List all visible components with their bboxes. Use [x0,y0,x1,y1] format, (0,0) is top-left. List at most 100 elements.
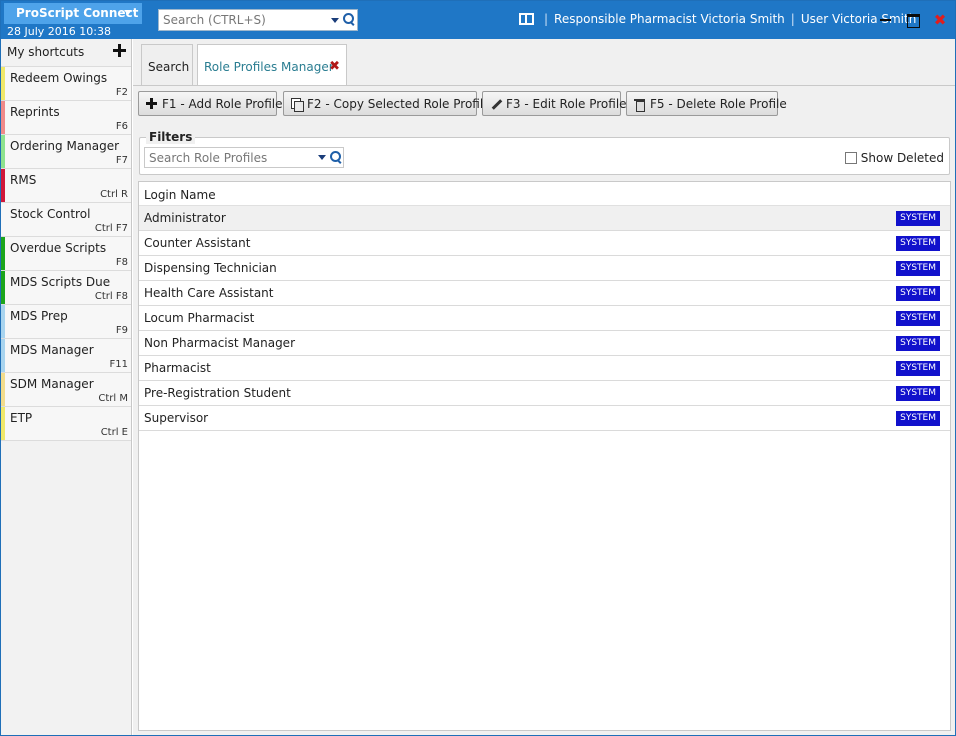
sidebar-item[interactable]: SDM Manager Ctrl M [1,373,131,407]
chevron-down-icon[interactable] [318,155,326,160]
filters-group: Filters Show Deleted [139,130,950,175]
shortcuts-header: My shortcuts [1,39,131,67]
title-bar: ProScript Connect 28 July 2016 10:38 | R… [1,1,955,39]
copy-icon [291,98,304,112]
login-name-cell: Pharmacist [144,361,211,375]
show-deleted-toggle[interactable]: Show Deleted [844,151,944,165]
chevron-down-icon[interactable] [331,18,339,23]
shortcut-key: Ctrl R [100,189,128,200]
tab-search[interactable]: Search [141,44,193,85]
system-badge: SYSTEM [896,361,940,376]
close-tab-icon[interactable]: ✖ [329,59,340,74]
color-indicator [1,271,5,304]
role-profiles-table: Login Name Administrator SYSTEM Counter As… [138,181,951,731]
shortcut-key: F11 [109,359,128,370]
add-role-profile-button[interactable]: F1 - Add Role Profile [138,91,283,116]
book-icon[interactable] [519,13,534,25]
chevron-down-icon [124,10,132,15]
sidebar-item-label: MDS Scripts Due [10,275,111,289]
edit-role-profile-button[interactable]: F3 - Edit Role Profile [482,91,627,116]
sidebar-item[interactable]: ETP Ctrl E [1,407,131,441]
main-area: Search Role Profiles Manager ✖ F1 - Add … [133,39,955,735]
table-body: Administrator SYSTEM Counter Assistant SYST… [139,206,950,431]
shortcut-key: F8 [115,257,128,268]
table-row[interactable]: Health Care Assistant SYSTEM [139,281,950,306]
sidebar-item[interactable]: MDS Manager F11 [1,339,131,373]
close-window-button[interactable]: ✖ [931,11,949,29]
tab-role-profiles-label: Role Profiles Manager [204,60,334,74]
table-row[interactable]: Locum Pharmacist SYSTEM [139,306,950,331]
column-header-label: Login Name [144,188,216,202]
sidebar-item-label: Stock Control [10,207,91,221]
search-icon[interactable] [343,13,355,25]
sidebar-item[interactable]: Reprints F6 [1,101,131,135]
global-search-input[interactable] [159,10,324,30]
sidebar-item[interactable]: RMS Ctrl R [1,169,131,203]
sidebar-item-label: SDM Manager [10,377,94,391]
search-icon[interactable] [330,151,342,163]
sidebar-item-label: ETP [10,411,33,425]
color-indicator [1,101,5,134]
sidebar-item[interactable]: Overdue Scripts F8 [1,237,131,271]
user-info: | Responsible Pharmacist Victoria Smith … [519,12,916,26]
color-indicator [1,237,5,270]
app-window: ProScript Connect 28 July 2016 10:38 | R… [0,0,956,736]
current-datetime: 28 July 2016 10:38 [7,25,111,38]
maximize-button[interactable] [904,11,922,29]
sidebar-item-label: MDS Prep [10,309,68,323]
system-badge: SYSTEM [896,411,940,426]
login-name-cell: Pre-Registration Student [144,386,291,400]
sidebar-item-label: Ordering Manager [10,139,120,153]
shortcut-key: Ctrl F7 [94,223,128,234]
system-badge: SYSTEM [896,386,940,401]
table-row[interactable]: Non Pharmacist Manager SYSTEM [139,331,950,356]
table-row[interactable]: Supervisor SYSTEM [139,406,950,431]
copy-role-profile-label: F2 - Copy Selected Role Profile [307,97,491,111]
table-row[interactable]: Pre-Registration Student SYSTEM [139,381,950,406]
copy-role-profile-button[interactable]: F2 - Copy Selected Role Profile [283,91,491,116]
login-name-cell: Non Pharmacist Manager [144,336,296,350]
system-badge: SYSTEM [896,261,940,276]
delete-role-profile-button[interactable]: F5 - Delete Role Profile [626,91,787,116]
color-indicator [1,67,5,100]
table-row[interactable]: Counter Assistant SYSTEM [139,231,950,256]
login-name-cell: Supervisor [144,411,209,425]
app-menu-button[interactable]: ProScript Connect [4,3,142,24]
shortcut-key: F2 [115,87,128,98]
tab-role-profiles-manager[interactable]: Role Profiles Manager ✖ [197,44,347,86]
edit-role-profile-label: F3 - Edit Role Profile [506,97,627,111]
role-search[interactable] [144,147,344,168]
show-deleted-label: Show Deleted [860,151,944,165]
sidebar-item-label: Reprints [10,105,60,119]
divider: | [544,12,549,26]
shortcuts-title: My shortcuts [7,45,85,59]
app-name: ProScript Connect [16,6,139,20]
system-badge: SYSTEM [896,211,940,226]
shortcut-key: F9 [115,325,128,336]
color-indicator [1,339,5,372]
tab-search-label: Search [148,60,190,74]
sidebar-item[interactable]: MDS Prep F9 [1,305,131,339]
sidebar-item[interactable]: Redeem Owings F2 [1,67,131,101]
system-badge: SYSTEM [896,311,940,326]
sidebar-item-label: Redeem Owings [10,71,108,85]
sidebar-item[interactable]: Stock Control Ctrl F7 [1,203,131,237]
add-shortcut-icon[interactable] [113,44,126,57]
table-row[interactable]: Dispensing Technician SYSTEM [139,256,950,281]
global-search[interactable] [158,9,358,31]
table-row[interactable]: Pharmacist SYSTEM [139,356,950,381]
column-header-login-name[interactable]: Login Name [139,182,950,206]
shortcut-key: Ctrl M [98,393,128,404]
table-row[interactable]: Administrator SYSTEM [139,206,950,231]
color-indicator [1,373,5,406]
responsible-pharmacist-label: Responsible Pharmacist [554,12,697,26]
minimize-button[interactable] [877,11,895,29]
show-deleted-checkbox[interactable] [844,152,857,164]
login-name-cell: Administrator [144,211,226,225]
sidebar-item[interactable]: MDS Scripts Due Ctrl F8 [1,271,131,305]
sidebar-item[interactable]: Ordering Manager F7 [1,135,131,169]
trash-icon [634,98,646,112]
role-search-input[interactable] [145,148,311,167]
responsible-pharmacist-name[interactable]: Victoria Smith [700,12,784,26]
shortcut-key: Ctrl F8 [94,291,128,302]
